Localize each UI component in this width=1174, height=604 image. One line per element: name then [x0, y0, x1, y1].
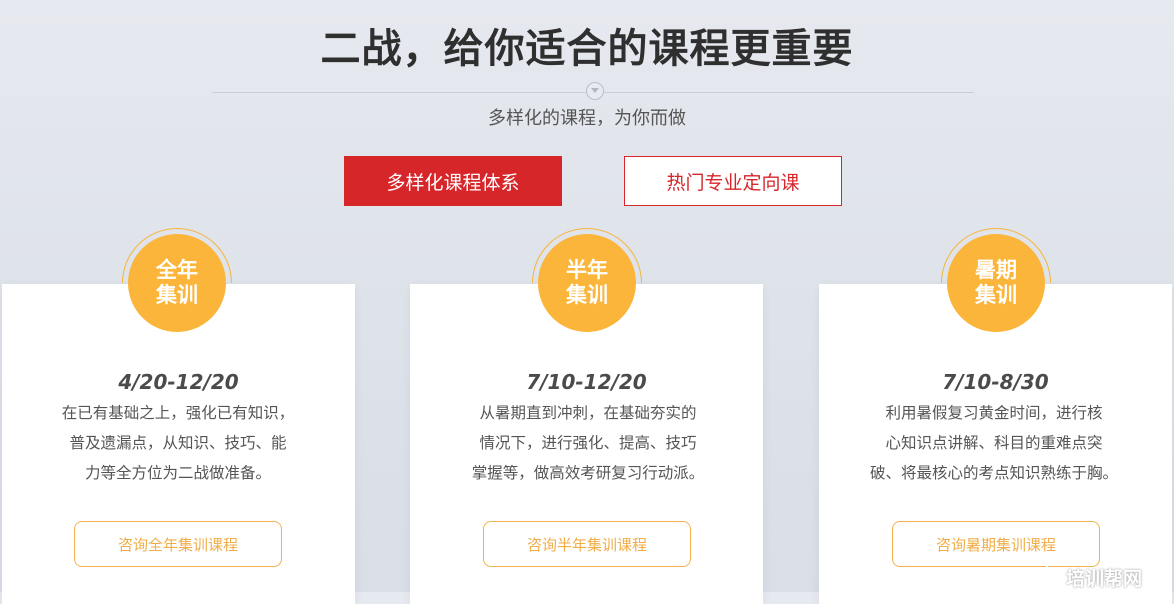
description-line: 心知识点讲解、科目的重难点突: [885, 434, 1103, 452]
consult-summer-button[interactable]: 咨询暑期集训课程: [892, 521, 1100, 567]
badge-line-1: 暑期: [975, 258, 1017, 282]
tab-diverse-course-system[interactable]: 多样化课程体系: [344, 156, 562, 206]
badge-line-2: 集训: [975, 283, 1017, 307]
site-watermark: 培训帮网: [1034, 562, 1174, 592]
sun-face-icon: [1034, 564, 1060, 590]
course-description: 在已有基础之上，强化已有知识， 普及遗漏点，从知识、技巧、能 力等全方位为二战做…: [48, 398, 308, 488]
course-date: 4/20-12/20: [118, 370, 239, 394]
consult-full-year-button[interactable]: 咨询全年集训课程: [74, 521, 282, 567]
description-line: 利用暑假复习黄金时间，进行核: [885, 404, 1103, 422]
course-description: 从暑期直到冲刺，在基础夯实的 情况下，进行强化、提高、技巧 掌握等，做高效考研复…: [458, 398, 718, 488]
consult-half-year-button[interactable]: 咨询半年集训课程: [483, 521, 691, 567]
badge-line-2: 集训: [156, 283, 198, 307]
course-description: 利用暑假复习黄金时间，进行核 心知识点讲解、科目的重难点突 破、将最核心的考点知…: [864, 398, 1124, 488]
course-date: 7/10-12/20: [526, 370, 647, 394]
course-date: 7/10-8/30: [942, 370, 1049, 394]
description-line: 力等全方位为二战做准备。: [84, 464, 271, 482]
watermark-text: 培训帮网: [1066, 567, 1143, 590]
description-line: 掌握等，做高效考研复习行动派。: [471, 464, 705, 482]
badge-summer: 暑期 集训: [947, 234, 1045, 332]
badge-line-1: 全年: [156, 258, 198, 282]
page-title: 二战，给你适合的课程更重要: [320, 26, 854, 72]
badge-line-1: 半年: [566, 258, 608, 282]
page-subtitle: 多样化的课程，为你而做: [488, 108, 686, 129]
chevron-down-icon: [586, 82, 604, 100]
description-line: 从暑期直到冲刺，在基础夯实的: [479, 404, 697, 422]
description-line: 情况下，进行强化、提高、技巧: [479, 434, 697, 452]
description-line: 普及遗漏点，从知识、技巧、能: [69, 434, 287, 452]
badge-full-year: 全年 集训: [128, 234, 226, 332]
description-line: 破、将最核心的考点知识熟练于胸。: [869, 464, 1118, 482]
description-line: 在已有基础之上，强化已有知识，: [61, 404, 295, 422]
badge-line-2: 集训: [566, 283, 608, 307]
badge-half-year: 半年 集训: [538, 234, 636, 332]
tab-popular-major-courses[interactable]: 热门专业定向课: [624, 156, 842, 206]
